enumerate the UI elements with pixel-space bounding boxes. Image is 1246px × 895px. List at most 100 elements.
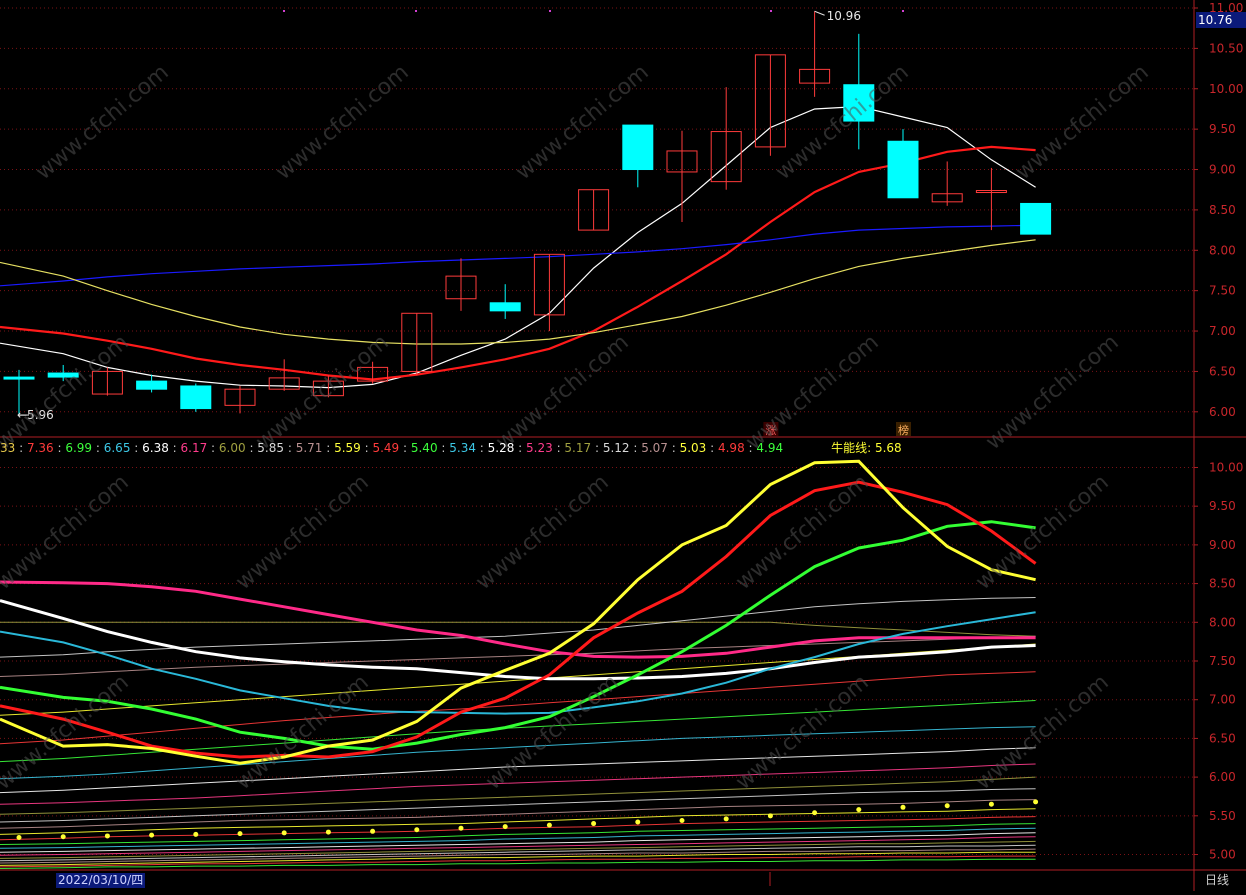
indicator-tick-label: 8.00 [1209,615,1236,629]
candle-body [843,84,875,122]
legend-value: : [552,441,565,455]
legend-value: 5.03 [679,441,707,455]
legend-value: : [744,441,757,455]
period-selector[interactable]: 日线 [1205,873,1229,888]
bull-line-dot [149,832,155,838]
legend-value: 5.40 [410,441,438,455]
top-tick-marker [415,10,417,12]
legend-value: : [284,441,296,455]
candle [1020,202,1052,235]
indicator-tick-label: 5.50 [1209,809,1236,823]
legend-value: : [130,441,143,455]
legend-value: 7.36 [26,441,54,455]
indicator-thin-line [0,726,1036,780]
bull-line-dot [237,831,243,837]
low-annotation-label: ←5.96 [17,408,54,422]
price-tick-label: 10.50 [1209,41,1243,55]
price-ma-line [0,145,1036,381]
candle-body [622,124,654,171]
bull-line-dot [502,824,508,830]
candle [666,130,698,223]
bull-line-dot [546,822,552,828]
price-tick-label: 10.00 [1209,82,1243,96]
bull-line-dot [1033,799,1039,805]
indicator-legend: 33 : 7.36 : 6.99 : 6.65 : 6.38 : 6.17 : … [0,439,902,456]
legend-value: 5.17 [564,441,592,455]
candle-body [180,385,212,410]
price-tick-label: 6.00 [1209,405,1236,419]
candle [975,167,1007,231]
bull-line-dot [104,833,110,839]
legend-value: : [667,441,680,455]
bull-line-dot [944,803,950,809]
indicator-thin-line [0,597,1036,658]
legend-value: : [591,441,603,455]
top-tick-marker [902,10,904,12]
current-price-badge: 10.76 [1196,12,1246,28]
candle [224,385,256,414]
indicator-tick-label: 9.50 [1209,499,1236,513]
candle [357,361,389,384]
legend-value: : [360,441,373,455]
price-tick-label: 6.50 [1209,364,1236,378]
bull-line-dot [723,816,729,822]
candle-body [1020,202,1052,235]
legend-value: : [399,441,411,455]
legend-value: 6.99 [65,441,93,455]
legend-value: : [15,441,27,455]
candle [91,367,123,396]
price-tick-label: 7.00 [1209,324,1236,338]
price-tick-label: 9.50 [1209,122,1236,136]
candle [931,161,963,206]
candle [47,364,79,382]
candle [754,54,786,156]
bull-line-dot [900,804,906,810]
indicator-main-line [0,480,1037,759]
legend-value: : [475,441,488,455]
legend-value: : [437,441,450,455]
legend-value: 5.12 [602,441,630,455]
legend-value: 4.94 [756,441,784,455]
indicator-thin-line [0,823,1036,845]
price-ma-line [0,224,1036,287]
indicator-tick-label: 7.50 [1209,654,1236,668]
legend-value: 4.98 [717,441,745,455]
price-tick-label: 7.50 [1209,284,1236,298]
cursor-date-label: 2022/03/10/四 [56,873,146,888]
legend-value: 5.49 [372,441,400,455]
indicator-main-line [0,611,1036,715]
legend-value: : [514,441,527,455]
legend-value: : [629,441,642,455]
candle [887,129,919,199]
candle [622,124,654,188]
top-tick-marker [549,10,551,12]
indicator-thin-line [0,671,1036,745]
legend-value: : [92,441,104,455]
candle-body [47,372,79,378]
price-tick-label: 8.50 [1209,203,1236,217]
candle [799,11,831,97]
price-ma-line [0,239,1036,345]
legend-value: : [207,441,219,455]
indicator-thin-line [0,788,1036,823]
candle [843,33,875,150]
price-tick-label: 9.00 [1209,163,1236,177]
legend-value: 5.71 [295,441,323,455]
legend-value: : [245,441,258,455]
legend-value: : [168,441,181,455]
high-annotation-arrow [814,10,825,16]
legend-value: : [53,441,66,455]
indicator-tick-label: 10.00 [1209,460,1243,474]
bull-line-dot [370,828,376,834]
legend-value: 5.23 [526,441,553,455]
indicator-thin-line [0,808,1036,835]
candle [180,383,212,412]
legend-value: 6.17 [180,441,208,455]
indicator-thin-line [0,621,1036,637]
candle-body [489,302,521,312]
legend-value: 5.85 [257,441,285,455]
legend-value: 33 [0,441,16,455]
indicator-thin-line [0,799,1036,829]
bull-line-dot [414,827,420,833]
bull-line-dot [16,834,22,840]
